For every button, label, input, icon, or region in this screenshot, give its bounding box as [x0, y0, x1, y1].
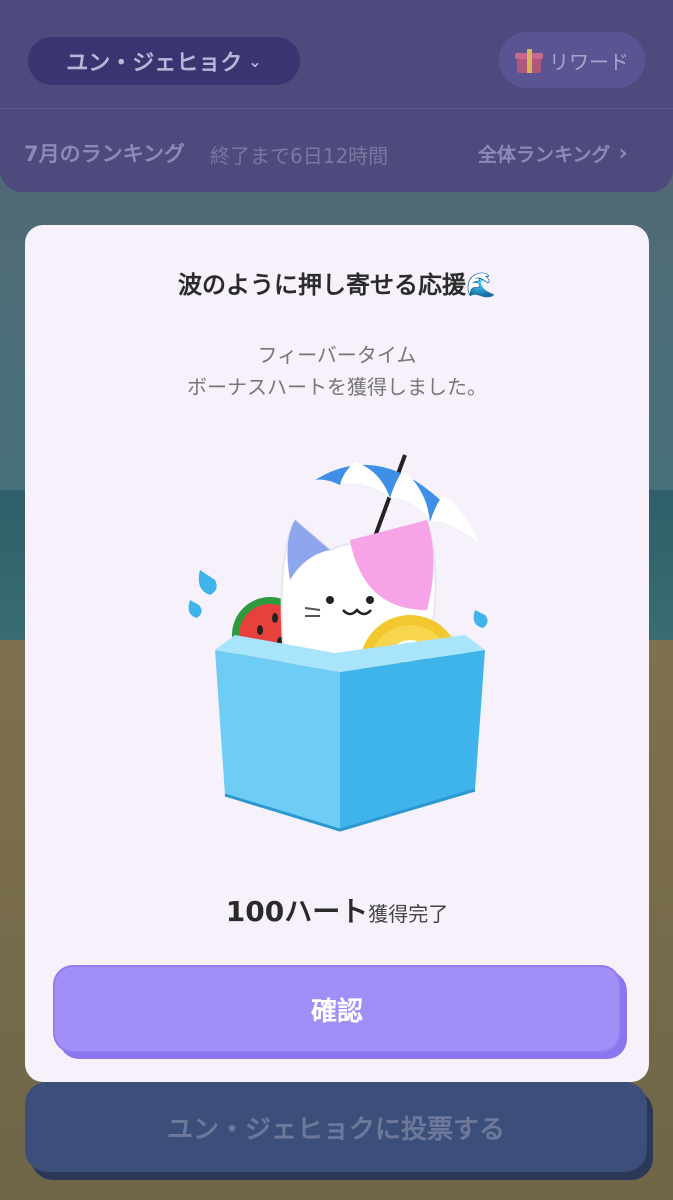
account-selector[interactable]: ユン・ジェヒョク ⌄ [28, 37, 300, 85]
reward-button[interactable]: リワード [499, 32, 645, 88]
ranking-remaining-time: 終了まで6日12時間 [210, 144, 389, 168]
reward-modal: 波のように押し寄せる応援🌊 フィーバータイム ボーナスハートを獲得しました。 1… [25, 225, 649, 1082]
ranking-title: 7月のランキング [24, 142, 185, 166]
reward-result: 100ハート獲得完了 [25, 890, 649, 930]
vote-button[interactable]: ユン・ジェヒョクに投票する [25, 1082, 647, 1172]
gift-box-illustration [188, 454, 488, 832]
all-ranking-label: 全体ランキング [478, 144, 611, 166]
blue-box-icon [215, 635, 485, 832]
modal-title: 波のように押し寄せる応援🌊 [178, 271, 496, 299]
chevron-right-icon: › [618, 141, 628, 166]
vote-button-label: ユン・ジェヒョクに投票する [166, 1114, 505, 1145]
reward-suffix: 獲得完了 [368, 902, 449, 926]
all-ranking-link[interactable]: 全体ランキング › [478, 140, 628, 167]
reward-amount: 100ハート [225, 895, 369, 928]
reward-label: リワード [549, 49, 629, 74]
gift-icon [515, 47, 543, 73]
top-header: ユン・ジェヒョク ⌄ リワード 7月のランキング 終了まで6日12時間 全体ラン… [0, 0, 673, 192]
modal-message-line2: ボーナスハートを獲得しました。 [187, 375, 487, 399]
modal-message-line1: フィーバータイム [257, 343, 417, 367]
chevron-down-icon: ⌄ [248, 51, 262, 71]
account-name: ユン・ジェヒョク [66, 51, 243, 76]
confirm-button[interactable]: 確認 [53, 965, 621, 1053]
modal-message: フィーバータイム ボーナスハートを獲得しました。 [25, 339, 649, 403]
confirm-button-label: 確認 [310, 996, 363, 1027]
header-divider [0, 108, 673, 109]
